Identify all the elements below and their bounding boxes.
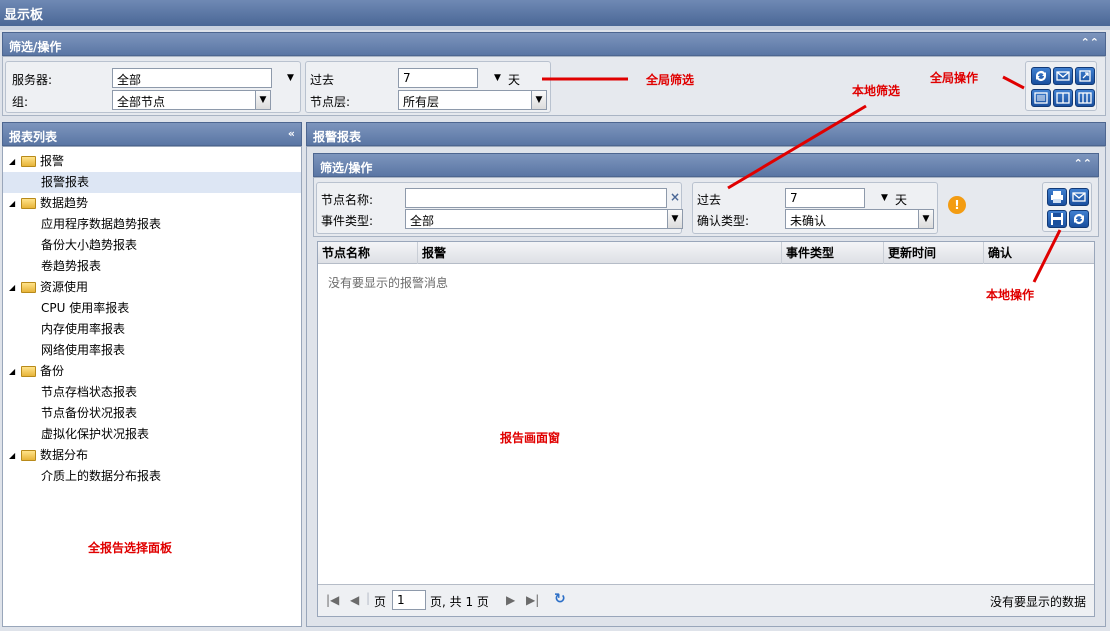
annotation-line — [1032, 229, 1062, 283]
annotation-line — [727, 104, 867, 190]
annotation-report-select-panel: 全报告选择面板 — [88, 541, 173, 555]
annotation-local-filter: 本地筛选 — [852, 84, 901, 98]
annotation-local-ops: 本地操作 — [986, 288, 1035, 302]
annotation-global-ops: 全局操作 — [930, 71, 979, 85]
annotation-report-pane: 报告画面窗 — [500, 431, 561, 445]
annotation-global-filter: 全局筛选 — [646, 73, 695, 87]
annotation-arrows — [542, 75, 1062, 283]
annotation-line — [1002, 75, 1025, 90]
